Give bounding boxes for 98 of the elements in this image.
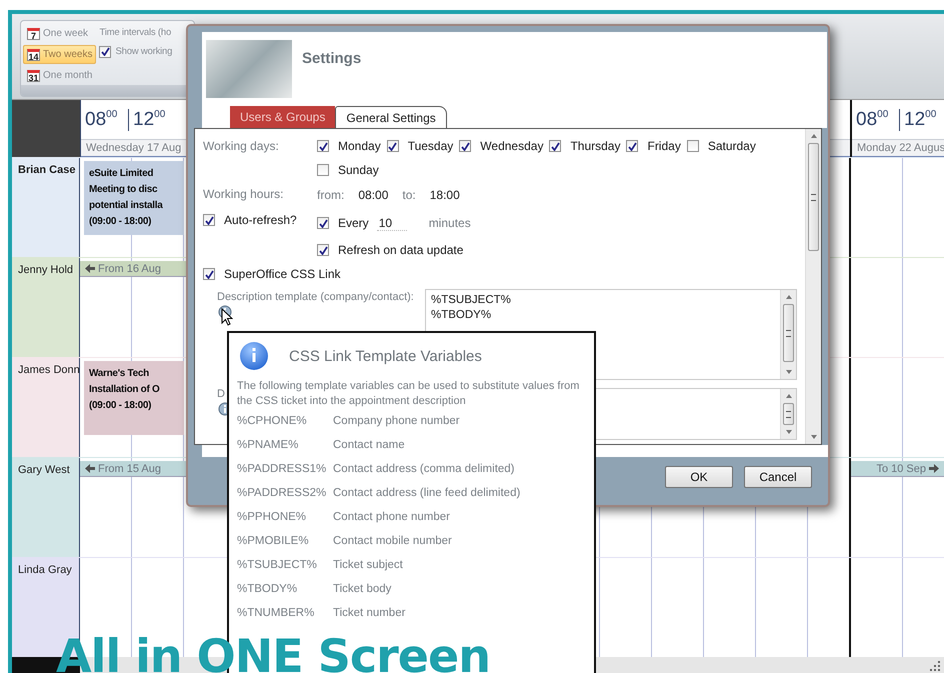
scrollbar[interactable] <box>780 290 796 379</box>
scrollbar[interactable] <box>780 389 796 439</box>
variable-description: Company phone number <box>333 415 460 427</box>
appointment-text: Meeting to disc <box>89 183 158 197</box>
checkbox-label: Sunday <box>338 163 379 177</box>
checkbox[interactable] <box>317 140 329 152</box>
time-field[interactable]: 18:00 <box>430 188 460 202</box>
appointment-text: (09:00 - 18:00) <box>89 399 152 413</box>
checkbox[interactable] <box>317 217 329 229</box>
info-icon <box>239 341 269 371</box>
checkbox[interactable] <box>626 140 638 152</box>
field-label: Description template (company/contact): <box>217 291 414 303</box>
variable-description: Ticket subject <box>333 559 403 571</box>
dialog-button[interactable]: Cancel <box>744 466 812 488</box>
view-button[interactable]: 7 One week <box>23 24 96 43</box>
variable-name: %TBODY% <box>237 583 298 595</box>
banner-text: From 15 Aug <box>98 462 161 474</box>
person-name: James Donn <box>18 364 80 376</box>
resize-grip-icon <box>928 659 940 671</box>
checkbox-label: Monday <box>338 139 381 153</box>
variable-description: Contact name <box>333 439 405 451</box>
person-name: Linda Gray <box>18 564 72 576</box>
checkbox-label: Saturday <box>708 139 756 153</box>
left-arrow-icon <box>85 464 95 473</box>
tab[interactable]: General Settings <box>335 106 447 128</box>
text-line: %TSUBJECT% <box>431 293 511 308</box>
dialog-title: Settings <box>302 49 362 69</box>
variable-name: %PPHONE% <box>237 511 308 523</box>
checkbox-label: Tuesday <box>408 139 454 153</box>
variable-name: %TNUMBER% <box>237 607 316 619</box>
variable-description: Contact mobile number <box>333 535 452 547</box>
checkbox[interactable] <box>317 164 329 176</box>
view-button[interactable]: 14 Two weeks <box>23 45 96 64</box>
person-name: Brian Case <box>18 164 76 176</box>
mouse-cursor-icon <box>221 308 233 326</box>
appointment-text: Warne's Tech <box>89 367 149 381</box>
checkbox[interactable] <box>203 214 215 226</box>
calendar-icon: 31 <box>27 70 40 82</box>
time-label: 12$^{00}$ <box>133 108 166 130</box>
appointment-text: eSuite Limited <box>89 167 154 181</box>
time-label: 12$^{00}$ <box>904 108 936 130</box>
variable-name: %PMOBILE% <box>237 535 310 547</box>
checkbox-label: Every <box>338 216 369 230</box>
date-label: Wednesday 17 Aug <box>86 142 182 154</box>
checkbox[interactable] <box>99 46 112 58</box>
appointment-text: potential installa <box>89 199 163 213</box>
banner-text: From 16 Aug <box>98 262 161 274</box>
checkbox-label: Refresh on data update <box>338 243 464 257</box>
field-label: to: <box>402 188 416 202</box>
variable-name: %TSUBJECT% <box>237 559 318 571</box>
person-name: Gary West <box>18 464 70 476</box>
variable-description: Ticket number <box>333 607 406 619</box>
variable-description: Contact phone number <box>333 511 450 523</box>
left-arrow-icon <box>85 264 95 273</box>
appointment-text: Installation of O <box>89 383 160 397</box>
checkbox[interactable] <box>686 140 699 152</box>
calendar-icon: 7 <box>27 28 40 40</box>
field-label: from: <box>317 188 344 202</box>
person-name: Jenny Hold <box>18 264 74 276</box>
banner-text: To 10 Sep <box>876 462 926 474</box>
variable-name: %PNAME% <box>237 439 300 451</box>
time-label: 08$^{00}$ <box>856 108 888 130</box>
dialog-button[interactable]: OK <box>665 466 733 488</box>
popup-description: The following template variables can be used to substitute values from the CSS ticket into the appointment description <box>237 379 580 409</box>
appointment-block[interactable]: Warne's Tech Installation of O (09:00 - 18:00) <box>84 361 184 435</box>
time-label: 08$^{00}$ <box>85 108 118 130</box>
checkbox[interactable] <box>459 140 472 152</box>
calendar-icon: 14 <box>27 48 40 60</box>
time-field[interactable]: 08:00 <box>358 188 388 202</box>
variable-name: %PADDRESS2% <box>237 487 328 499</box>
checkbox-label: Wednesday <box>480 139 544 153</box>
appointment-text: (09:00 - 18:00) <box>89 215 152 229</box>
ribbon-label: Time intervals (ho <box>99 26 172 40</box>
field-label: Working days: <box>203 138 280 155</box>
variable-description: Contact address (comma delimited) <box>333 463 515 475</box>
variable-name: %CPHONE% <box>237 415 308 427</box>
text-line: %TBODY% <box>431 308 492 323</box>
variable-description: Contact address (line feed delimited) <box>333 487 520 499</box>
checkbox[interactable] <box>386 140 399 152</box>
number-field[interactable]: 10 <box>376 216 407 230</box>
variable-name: %PADDRESS1% <box>237 463 328 475</box>
header-corner <box>12 100 80 157</box>
checkbox[interactable] <box>549 140 562 152</box>
variable-description: Ticket body <box>333 583 392 595</box>
scrollbar[interactable] <box>805 129 821 444</box>
checkbox-label: Thursday <box>570 139 620 153</box>
right-arrow-icon <box>929 464 939 473</box>
view-button[interactable]: 31 One month <box>23 66 96 85</box>
field-label: D <box>217 388 225 400</box>
checkbox[interactable] <box>317 244 329 256</box>
field-label: Working hours: <box>203 186 284 203</box>
unit-label: minutes <box>428 216 471 230</box>
checkbox-label: Show working <box>115 45 172 59</box>
checkbox[interactable] <box>203 268 215 280</box>
appointment-block[interactable]: eSuite Limited Meeting to disc potential installa (09:00 - 18:00) <box>84 161 184 235</box>
checkbox-label: Friday <box>647 139 681 153</box>
checkbox-label: SuperOffice CSS Link <box>224 267 341 281</box>
checkbox-label: Auto-refresh? <box>224 213 297 227</box>
